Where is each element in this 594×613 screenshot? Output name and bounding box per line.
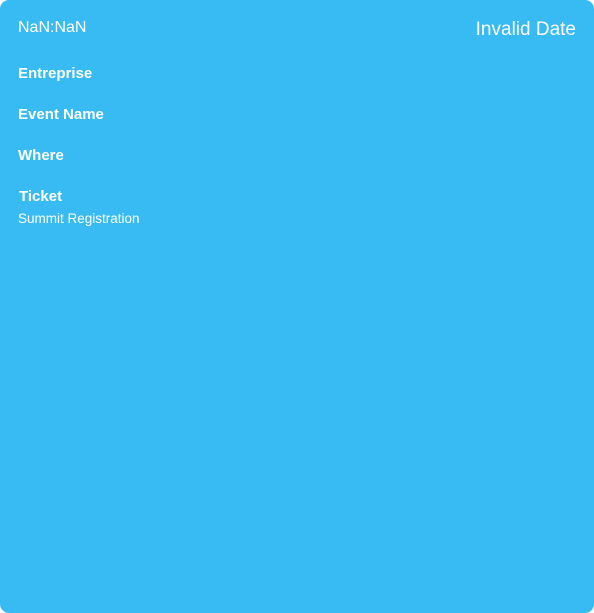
ticket-value: Summit Registration <box>18 211 140 226</box>
event-card: NaN:NaN Invalid Date Entreprise Event Na… <box>0 0 594 613</box>
ticket-label: Ticket <box>19 188 63 205</box>
event-time: NaN:NaN <box>18 19 87 36</box>
company-label: Entreprise <box>18 65 93 82</box>
event-date: Invalid Date <box>475 19 576 40</box>
where-label: Where <box>18 147 64 164</box>
event-name-label: Event Name <box>18 106 104 123</box>
